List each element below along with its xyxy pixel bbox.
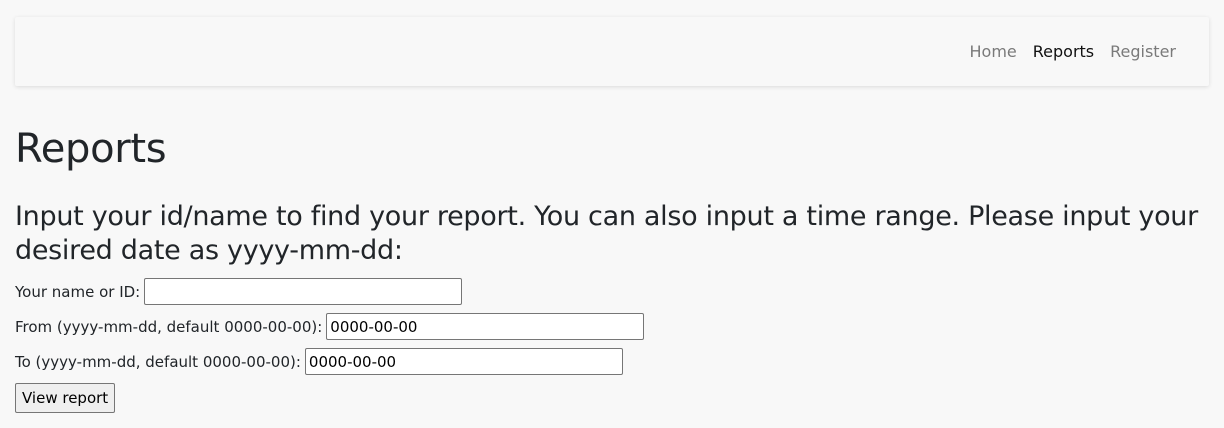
instructions-heading: Input your id/name to find your report. … bbox=[15, 201, 1198, 266]
nav-link-register[interactable]: Register bbox=[1110, 42, 1176, 61]
page-title: Reports bbox=[15, 126, 167, 172]
nav-links: Home Reports Register bbox=[970, 17, 1177, 86]
name-row: Your name or ID: bbox=[15, 276, 1209, 307]
navbar: Home Reports Register bbox=[15, 17, 1209, 86]
view-report-button[interactable]: View report bbox=[15, 383, 116, 413]
name-input[interactable] bbox=[144, 278, 463, 305]
from-row: From (yyyy-mm-dd, default 0000-00-00): bbox=[15, 311, 1209, 342]
nav-link-reports[interactable]: Reports bbox=[1033, 42, 1094, 61]
name-label: Your name or ID: bbox=[15, 282, 141, 301]
to-label: To (yyyy-mm-dd, default 0000-00-00): bbox=[15, 352, 301, 371]
from-label: From (yyyy-mm-dd, default 0000-00-00): bbox=[15, 317, 323, 336]
main-content: Reports Input your id/name to find your … bbox=[15, 118, 1209, 413]
to-date-input[interactable] bbox=[304, 348, 623, 375]
nav-link-home[interactable]: Home bbox=[970, 42, 1017, 61]
from-date-input[interactable] bbox=[326, 313, 645, 340]
to-row: To (yyyy-mm-dd, default 0000-00-00): bbox=[15, 346, 1209, 377]
